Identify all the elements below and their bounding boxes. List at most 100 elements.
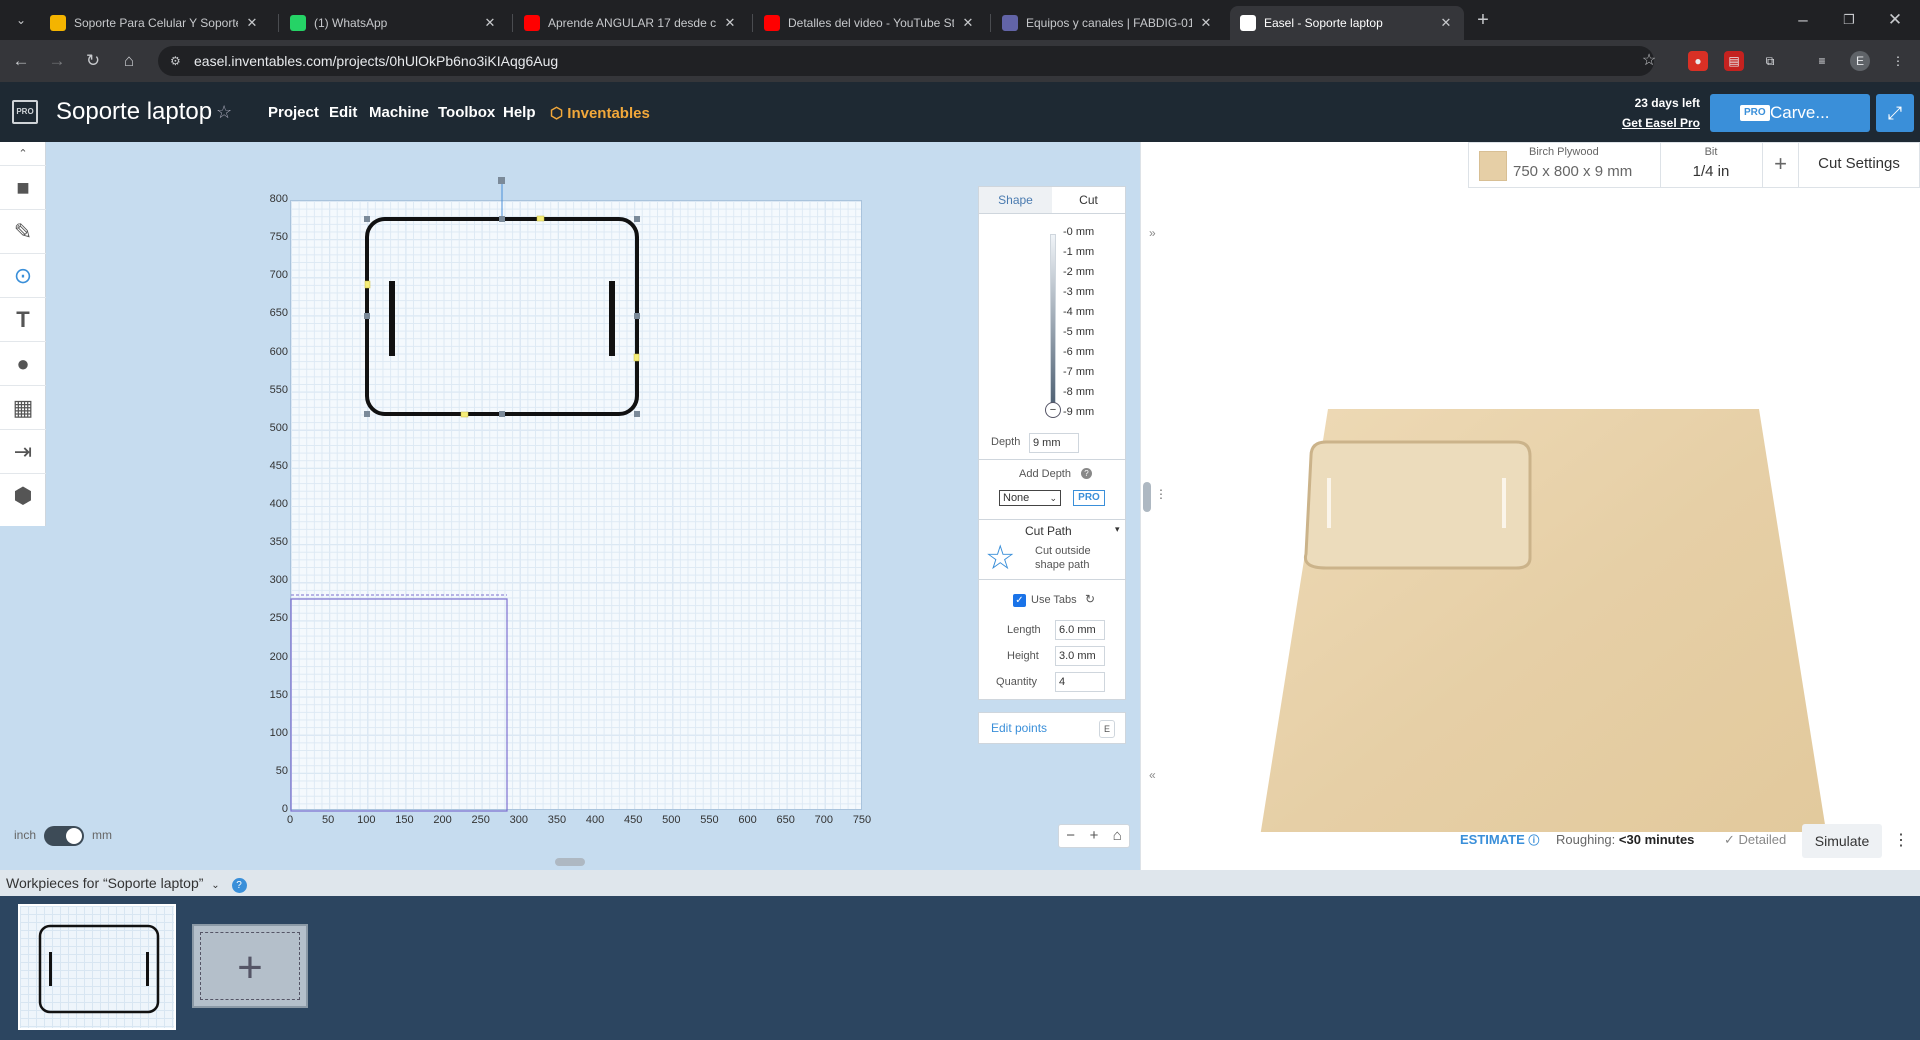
depth-slider-track[interactable] <box>1050 234 1056 408</box>
add-workpiece-button[interactable]: + <box>192 924 308 1008</box>
estimate-label[interactable]: ESTIMATE ⓘ <box>1460 832 1539 848</box>
apple-icon[interactable]: ● <box>0 342 46 386</box>
edit-points-button[interactable]: Edit points E <box>978 712 1126 744</box>
detailed-estimate[interactable]: ✓ Detailed <box>1724 832 1786 848</box>
shapes-icon[interactable]: ■ <box>0 166 46 210</box>
home-icon[interactable]: ⌂ <box>116 48 142 74</box>
slot-left[interactable] <box>389 281 395 356</box>
menu-help[interactable]: Help <box>503 104 536 121</box>
horizontal-scrollbar[interactable] <box>555 858 585 866</box>
menu-project[interactable]: Project <box>268 104 319 121</box>
menu-edit[interactable]: Edit <box>329 104 357 121</box>
tab-search-icon[interactable]: ⌄ <box>8 7 34 33</box>
browser-tab[interactable]: (1) WhatsApp ✕ <box>280 6 508 40</box>
back-icon[interactable]: ← <box>8 48 34 74</box>
rotate-handle[interactable] <box>498 177 505 184</box>
simulate-button[interactable]: Simulate <box>1802 824 1882 858</box>
browser-tab[interactable]: Soporte Para Celular Y Soporte ✕ <box>40 6 270 40</box>
units-toggle[interactable] <box>44 826 84 846</box>
text-icon[interactable]: T <box>0 298 46 342</box>
add-bit-icon[interactable]: + <box>1763 143 1799 187</box>
more-options-icon[interactable]: ⋮ <box>1888 824 1914 858</box>
forward-icon[interactable]: → <box>44 48 70 74</box>
selection-handles[interactable] <box>364 216 640 417</box>
add-depth-select[interactable]: None ⌄ <box>999 490 1061 506</box>
carve-button[interactable]: PRO Carve... <box>1710 94 1870 132</box>
close-tab-icon[interactable]: ✕ <box>1198 15 1214 31</box>
length-input[interactable]: 6.0 mm <box>1055 620 1105 640</box>
refresh-icon[interactable]: ↻ <box>1085 592 1095 606</box>
expand-icon[interactable]: ⤢ <box>1876 94 1914 132</box>
menu-machine[interactable]: Machine <box>369 104 429 121</box>
import-icon[interactable]: ⇥ <box>0 430 46 474</box>
collapse-toolbox-icon[interactable]: ⌃ <box>0 142 46 166</box>
reload-icon[interactable]: ↻ <box>80 48 106 74</box>
menu-toolbox[interactable]: Toolbox <box>438 104 495 121</box>
use-tabs-checkbox[interactable]: ✓ <box>1013 594 1026 607</box>
help-icon[interactable]: ? <box>231 878 247 893</box>
collapse-left-icon[interactable]: « <box>1149 768 1156 782</box>
vertical-scrollbar[interactable] <box>1143 482 1151 512</box>
pro-badge[interactable]: PRO <box>1073 490 1105 506</box>
browser-tab[interactable]: Equipos y canales | FABDIG-01 ✕ <box>992 6 1224 40</box>
inventables-link[interactable]: ⬡ Inventables <box>550 104 650 122</box>
browser-tab[interactable]: Detalles del video - YouTube St ✕ <box>754 6 986 40</box>
x-axis-tick: 450 <box>624 814 643 826</box>
url-input[interactable]: ⚙ easel.inventables.com/projects/0hUlOkP… <box>158 46 1654 76</box>
zoom-out-icon[interactable]: − <box>1059 825 1082 847</box>
browser-menu-icon[interactable]: ⋮ <box>1888 51 1908 71</box>
depth-slider-handle[interactable]: − <box>1045 402 1061 418</box>
get-easel-pro-link[interactable]: Get Easel Pro <box>1614 116 1700 130</box>
help-icon[interactable]: ? <box>1081 468 1092 479</box>
pen-icon[interactable]: ✎ <box>0 210 46 254</box>
minimize-icon[interactable]: – <box>1790 7 1816 33</box>
close-tab-icon[interactable]: ✕ <box>1438 15 1454 31</box>
favorite-star-icon[interactable]: ☆ <box>216 102 232 123</box>
home-view-icon[interactable]: ⌂ <box>1106 825 1129 847</box>
apps-icon[interactable]: ▦ <box>0 386 46 430</box>
new-tab-icon[interactable]: + <box>1470 7 1496 33</box>
tab-shape[interactable]: Shape <box>979 187 1052 213</box>
close-tab-icon[interactable]: ✕ <box>244 15 260 31</box>
target-icon[interactable]: ⊙ <box>0 254 46 298</box>
bit-selector[interactable]: Bit 1/4 in <box>1661 143 1763 187</box>
design-grid[interactable] <box>290 177 862 812</box>
splitter[interactable]: » ⋮ « <box>1140 142 1167 870</box>
bookmark-star-icon[interactable]: ☆ <box>1636 48 1662 74</box>
3d-box-icon[interactable]: ⬢ <box>0 474 46 518</box>
cut-settings-button[interactable]: Cut Settings <box>1799 143 1919 187</box>
close-window-icon[interactable]: ✕ <box>1882 7 1908 33</box>
cut-path-chevron-icon[interactable]: ▾ <box>1115 524 1120 535</box>
close-tab-icon[interactable]: ✕ <box>482 15 498 31</box>
x-axis-tick: 250 <box>471 814 490 826</box>
easel-pro-logo[interactable]: PRO <box>12 100 38 124</box>
quantity-input[interactable]: 4 <box>1055 672 1105 692</box>
material-selector[interactable]: Birch Plywood 750 x 800 x 9 mm <box>1469 143 1661 187</box>
height-input[interactable]: 3.0 mm <box>1055 646 1105 666</box>
chevron-down-icon[interactable]: ⌄ <box>211 880 219 891</box>
depth-section: − -0 mm -1 mm -2 mm -3 mm -4 mm -5 mm -6 mm -7 … <box>978 214 1126 460</box>
extension-icon[interactable]: ● <box>1688 51 1708 71</box>
extensions-puzzle-icon[interactable]: ⧉ <box>1760 51 1780 71</box>
browser-tab[interactable]: Aprende ANGULAR 17 desde c ✕ <box>514 6 748 40</box>
cut-tabs[interactable] <box>364 215 640 418</box>
depth-input[interactable]: 9 mm <box>1029 433 1079 453</box>
profile-avatar[interactable]: E <box>1850 51 1870 71</box>
inventables-label: Inventables <box>567 105 650 122</box>
star-outline-icon[interactable]: ☆ <box>985 538 1015 578</box>
project-title[interactable]: Soporte laptop <box>56 98 212 126</box>
restore-icon[interactable]: ❐ <box>1836 7 1862 33</box>
slot-right[interactable] <box>609 281 615 356</box>
browser-tab[interactable]: Easel - Soporte laptop ✕ <box>1230 6 1464 40</box>
rounded-rect-shape[interactable] <box>365 217 639 416</box>
site-info-icon[interactable]: ⚙ <box>170 54 184 68</box>
extension-pdf-icon[interactable]: ▤ <box>1724 51 1744 71</box>
expand-right-icon[interactable]: » <box>1149 226 1156 240</box>
zoom-in-icon[interactable]: + <box>1082 825 1105 847</box>
tab-cut[interactable]: Cut <box>1052 187 1125 213</box>
close-tab-icon[interactable]: ✕ <box>722 15 738 31</box>
media-control-icon[interactable]: ≡ <box>1812 51 1832 71</box>
workpiece-thumbnail[interactable] <box>18 904 176 1030</box>
close-tab-icon[interactable]: ✕ <box>960 15 976 31</box>
y-axis-tick: 400 <box>269 498 288 510</box>
